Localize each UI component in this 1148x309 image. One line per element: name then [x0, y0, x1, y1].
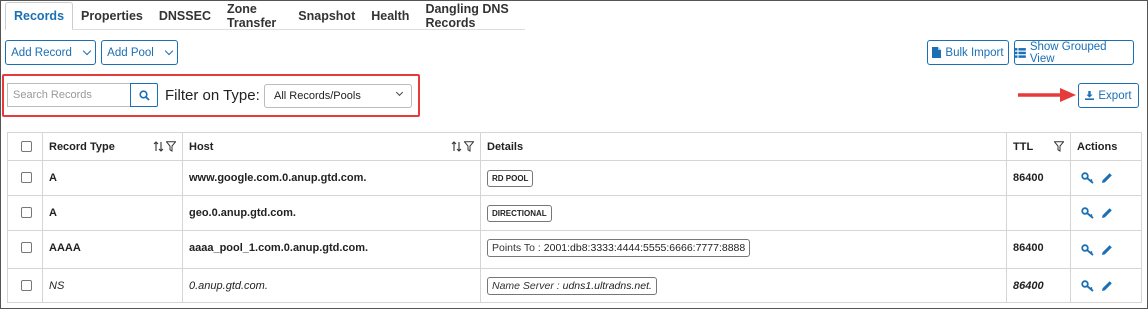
- bulk-import-label: Bulk Import: [945, 46, 1004, 59]
- export-button[interactable]: Export: [1078, 83, 1139, 108]
- table-row[interactable]: A geo.0.anup.gtd.com. DIRECTIONAL: [7, 195, 1142, 231]
- arrow-right-icon: [1018, 88, 1076, 102]
- detail-badge: Name Server : udns1.ultradns.net.: [487, 277, 657, 295]
- row-select-cell: [7, 195, 43, 231]
- detail-prefix: Name Server :: [492, 280, 563, 292]
- filter-type-value: All Records/Pools: [274, 90, 361, 102]
- search-icon: [138, 89, 150, 101]
- tab-dangling-dns-records[interactable]: Dangling DNS Records: [417, 2, 525, 30]
- add-record-button[interactable]: Add Record: [5, 40, 96, 65]
- tab-records[interactable]: Records: [5, 2, 74, 30]
- tab-snapshot[interactable]: Snapshot: [290, 2, 363, 30]
- host-header-label: Host: [189, 141, 214, 153]
- key-icon[interactable]: [1081, 172, 1095, 184]
- details-cell: DIRECTIONAL: [480, 195, 1007, 231]
- filter-type-label: Filter on Type:: [165, 87, 260, 104]
- column-header-actions: Actions: [1070, 132, 1142, 161]
- search-button[interactable]: [130, 83, 158, 107]
- key-icon[interactable]: [1081, 280, 1095, 292]
- sort-icon[interactable]: [153, 141, 164, 152]
- show-grouped-view-button[interactable]: Show Grouped View: [1014, 40, 1134, 65]
- details-cell: Name Server : udns1.ultradns.net.: [480, 268, 1007, 303]
- add-pool-label: Add Pool: [107, 46, 154, 59]
- table-row[interactable]: A www.google.com.0.anup.gtd.com. RD POOL…: [7, 160, 1142, 196]
- filter-icon[interactable]: [1054, 141, 1064, 152]
- search-input[interactable]: [7, 83, 130, 107]
- tab-properties[interactable]: Properties: [73, 2, 151, 30]
- table-row[interactable]: AAAA aaaa_pool_1.com.0.anup.gtd.com. Poi…: [7, 230, 1142, 269]
- record-type-cell: NS: [42, 268, 183, 303]
- host-cell: geo.0.anup.gtd.com.: [182, 195, 481, 231]
- pencil-icon[interactable]: [1101, 172, 1113, 184]
- ttl-header-label: TTL: [1013, 141, 1034, 153]
- pool-type-badge: DIRECTIONAL: [487, 205, 552, 222]
- export-label: Export: [1098, 89, 1132, 102]
- column-header-host: Host: [182, 132, 481, 161]
- add-record-label: Add Record: [11, 46, 72, 59]
- key-icon[interactable]: [1081, 207, 1095, 219]
- table-header-row: Record Type Host Details TTL Actions: [7, 132, 1142, 161]
- tab-bar: Records Properties DNSSEC Zone Transfer …: [5, 2, 525, 30]
- row-select-cell: [7, 160, 43, 196]
- column-header-ttl: TTL: [1006, 132, 1071, 161]
- row-checkbox[interactable]: [21, 242, 32, 253]
- filter-type-select[interactable]: All Records/Pools: [264, 84, 412, 108]
- record-type-cell: A: [42, 195, 183, 231]
- pencil-icon[interactable]: [1101, 280, 1113, 292]
- detail-badge: Points To : 2001:db8:3333:4444:5555:6666…: [487, 239, 751, 257]
- list-icon: [1015, 47, 1026, 58]
- actions-cell: [1070, 230, 1142, 269]
- actions-cell: [1070, 268, 1142, 303]
- host-cell: aaaa_pool_1.com.0.anup.gtd.com.: [182, 230, 481, 269]
- detail-prefix: Points To :: [492, 242, 544, 254]
- pool-type-badge: RD POOL: [487, 170, 534, 187]
- row-select-cell: [7, 230, 43, 269]
- actions-cell: [1070, 160, 1142, 196]
- record-type-header-label: Record Type: [49, 141, 115, 153]
- details-cell: Points To : 2001:db8:3333:4444:5555:6666…: [480, 230, 1007, 269]
- detail-value: udns1.ultradns.net.: [562, 280, 652, 292]
- tab-dnssec[interactable]: DNSSEC: [151, 2, 219, 30]
- ttl-cell: 86400: [1006, 160, 1071, 196]
- actions-cell: [1070, 195, 1142, 231]
- record-type-cell: A: [42, 160, 183, 196]
- host-cell: 0.anup.gtd.com.: [182, 268, 481, 303]
- download-icon: [1085, 91, 1095, 100]
- key-icon[interactable]: [1081, 244, 1095, 256]
- row-checkbox[interactable]: [21, 280, 32, 291]
- file-icon: [932, 47, 942, 58]
- ttl-cell: [1006, 195, 1071, 231]
- details-cell: RD POOL: [480, 160, 1007, 196]
- table-row[interactable]: NS 0.anup.gtd.com. Name Server : udns1.u…: [7, 268, 1142, 303]
- filter-icon[interactable]: [464, 141, 474, 152]
- pencil-icon[interactable]: [1101, 244, 1113, 256]
- ttl-cell: 86400: [1006, 230, 1071, 269]
- chevron-down-icon: [395, 88, 404, 97]
- row-select-cell: [7, 268, 43, 303]
- tab-zone-transfer[interactable]: Zone Transfer: [219, 2, 290, 30]
- sort-icon[interactable]: [451, 141, 462, 152]
- bulk-import-button[interactable]: Bulk Import: [927, 40, 1009, 65]
- add-pool-button[interactable]: Add Pool: [101, 40, 178, 65]
- show-grouped-view-label: Show Grouped View: [1029, 40, 1107, 65]
- record-type-cell: AAAA: [42, 230, 183, 269]
- ttl-cell: 86400: [1006, 268, 1071, 303]
- chevron-down-icon: [164, 46, 174, 56]
- column-header-record-type: Record Type: [42, 132, 183, 161]
- row-checkbox[interactable]: [21, 172, 32, 183]
- column-header-details: Details: [480, 132, 1007, 161]
- details-header-label: Details: [487, 141, 524, 153]
- pencil-icon[interactable]: [1101, 207, 1113, 219]
- chevron-down-icon: [82, 46, 92, 56]
- filter-icon[interactable]: [166, 141, 176, 152]
- select-all-cell: [7, 132, 43, 161]
- host-cell: www.google.com.0.anup.gtd.com.: [182, 160, 481, 196]
- actions-header-label: Actions: [1077, 141, 1118, 153]
- row-checkbox[interactable]: [21, 207, 32, 218]
- tab-health[interactable]: Health: [363, 2, 417, 30]
- detail-value: 2001:db8:3333:4444:5555:6666:7777:8888: [543, 242, 746, 254]
- select-all-checkbox[interactable]: [21, 141, 32, 152]
- records-table: Record Type Host Details TTL Actions A w…: [7, 132, 1142, 303]
